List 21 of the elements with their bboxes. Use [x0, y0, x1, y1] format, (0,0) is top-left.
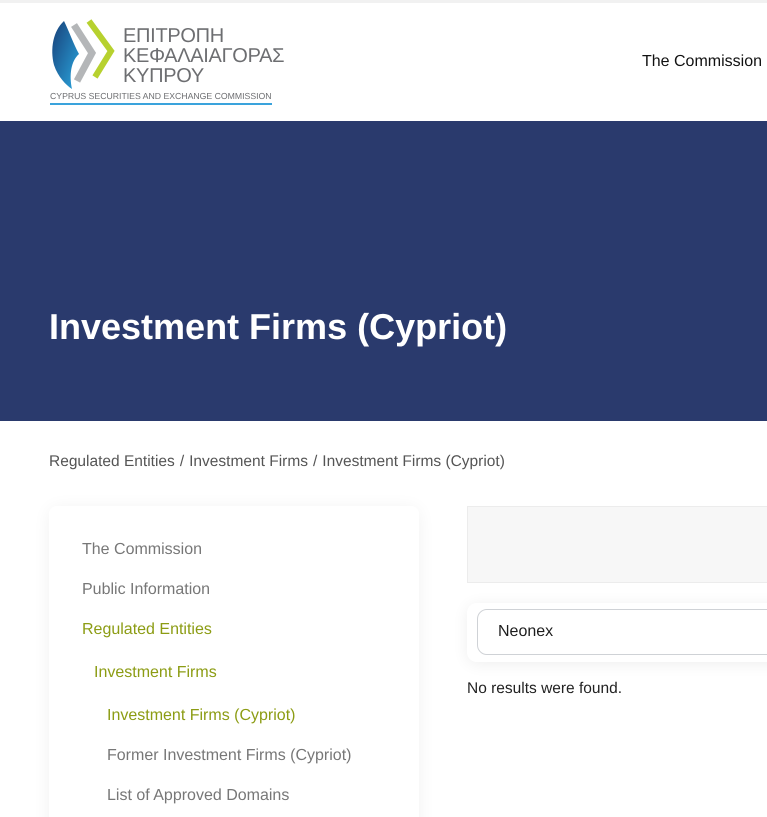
breadcrumb-link[interactable]: Investment Firms — [189, 452, 308, 472]
breadcrumb-separator: / — [180, 452, 184, 472]
logo-icon — [50, 19, 117, 89]
breadcrumb-current: Investment Firms (Cypriot) — [322, 452, 505, 472]
breadcrumb-link[interactable]: Regulated Entities — [49, 452, 175, 472]
logo-tagline: CYPRUS SECURITIES AND EXCHANGE COMMISSION — [50, 91, 272, 105]
sidebar-link[interactable]: The Commission — [82, 530, 202, 570]
no-results-message: No results were found. — [467, 679, 622, 699]
search-field[interactable]: Neonex — [477, 609, 767, 655]
logo-text: ΚΕΦΑΛΑΙΑΓΟΡΑΣ — [123, 46, 284, 66]
logo-text: ΕΠΙΤΡΟΠΗ — [123, 26, 225, 46]
breadcrumb-separator: / — [312, 452, 318, 472]
nav-link[interactable]: The Commission — [642, 53, 762, 71]
logo-text: ΚΥΠΡΟΥ — [123, 66, 205, 86]
sidebar-link[interactable]: Former Investment Firms (Cypriot) — [107, 736, 352, 776]
sidebar-link[interactable]: Public Information — [82, 570, 210, 610]
page-title: Investment Firms (Cypriot) — [49, 305, 508, 349]
sidebar-link[interactable]: Regulated Entities — [82, 610, 212, 650]
sidebar-link[interactable]: List of Approved Domains — [107, 776, 290, 816]
sidebar-link[interactable]: Investment Firms (Cypriot) — [107, 696, 296, 736]
sidebar-link[interactable]: Investment Firms — [94, 653, 217, 693]
